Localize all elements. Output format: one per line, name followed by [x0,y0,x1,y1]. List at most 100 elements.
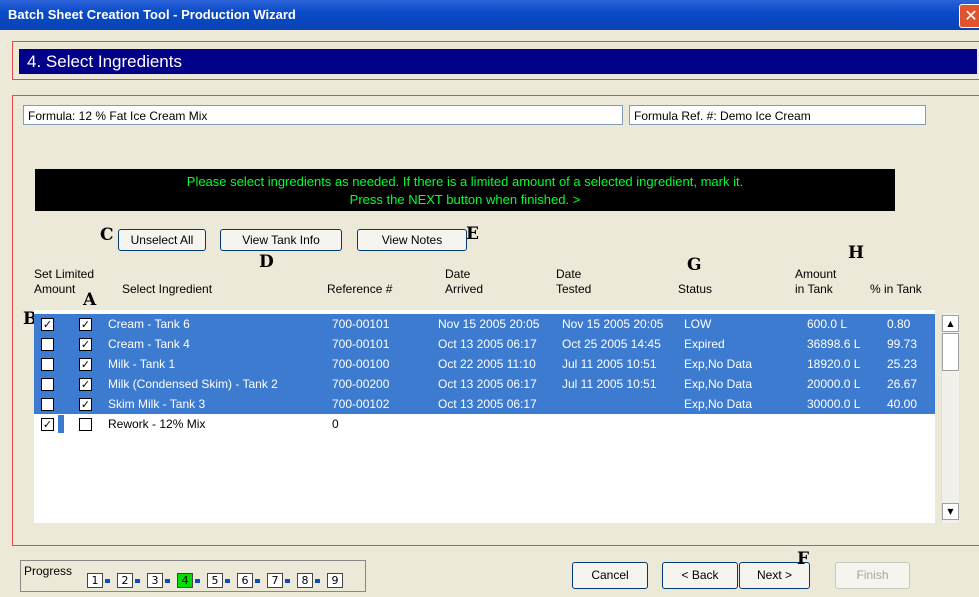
unselect-all-button[interactable]: Unselect All [118,229,206,251]
table-row[interactable]: Skim Milk - Tank 3 700-00102 Oct 13 2005 0… [34,394,935,414]
progress-step-1: 1 [87,573,103,588]
header-date-tested: Date Tested [556,267,592,296]
select-ingredient-checkbox[interactable]: ✓ [79,378,92,391]
status-cell: LOW [684,317,712,331]
select-ingredient-checkbox[interactable]: ✓ [79,338,92,351]
annotation-h: H [848,243,865,263]
formula-ref-field: Formula Ref. #: Demo Ice Cream [629,105,926,125]
amount-cell: 30000.0 L [807,397,861,411]
amount-cell: 20000.0 L [807,377,861,391]
reference-cell: 700-00101 [332,337,390,351]
amount-cell: 18920.0 L [807,357,861,371]
set-limited-checkbox[interactable] [41,378,54,391]
set-limited-checkbox[interactable]: ✓ [41,318,54,331]
pct-cell: 25.23 [887,357,918,371]
progress-step-7: 7 [267,573,283,588]
table-row[interactable]: Milk - Tank 1 700-00100 Oct 22 2005 11:10 J… [34,354,935,374]
ingredient-name: Cream - Tank 6 [108,317,190,331]
date-tested-cell: Oct 25 2005 14:45 [562,337,661,351]
header-amount: Amount in Tank [795,267,837,296]
close-button[interactable]: ✕ [959,4,979,28]
finish-button[interactable]: Finish [835,562,910,589]
title-bar: Batch Sheet Creation Tool - Production W… [0,0,979,30]
status-cell: Exp,No Data [684,397,753,411]
table-row[interactable]: Milk (Condensed Skim) - Tank 2 700-00200 O… [34,374,935,394]
limited-marker [58,315,64,333]
reference-cell: 700-00101 [332,317,390,331]
set-limited-checkbox[interactable]: ✓ [41,418,54,431]
date-arrived-cell: Oct 13 2005 06:17 [438,397,537,411]
cancel-button[interactable]: Cancel [572,562,648,589]
scroll-down-button[interactable]: ▼ [942,503,959,520]
table-row[interactable]: Rework - 12% Mix 0 [34,414,935,434]
set-limited-checkbox[interactable] [41,358,54,371]
ingredient-name: Milk - Tank 1 [108,357,176,371]
reference-cell: 700-00102 [332,397,390,411]
set-limited-checkbox[interactable] [41,338,54,351]
progress-step-6: 6 [237,573,253,588]
date-arrived-cell: Oct 22 2005 11:10 [438,357,536,371]
step-title: 4. Select Ingredients [19,49,977,74]
ingredient-name: Milk (Condensed Skim) - Tank 2 [108,377,278,391]
reference-cell: 700-00200 [332,377,390,391]
progress-connector [165,579,170,583]
progress-step-5: 5 [207,573,223,588]
annotation-d: D [259,252,274,272]
progress-label: Progress [24,564,73,578]
view-notes-button[interactable]: View Notes [357,229,467,251]
header-reference: Reference # [327,282,393,296]
progress-step-3: 3 [147,573,163,588]
annotation-f: F [797,549,810,569]
status-cell: Exp,No Data [684,377,753,391]
amount-cell: 36898.6 L [807,337,861,351]
header-status: Status [678,282,713,296]
table-row[interactable]: Cream - Tank 6 700-00101 Nov 15 2005 20:05… [34,314,935,334]
view-tank-info-button[interactable]: View Tank Info [220,229,342,251]
annotation-g: G [687,255,702,275]
annotation-e: E [466,224,479,244]
table-row[interactable]: Cream - Tank 4 700-00101 Oct 13 2005 06:17… [34,334,935,354]
progress-connector [105,579,110,583]
status-cell: Expired [684,337,725,351]
scroll-up-button[interactable]: ▲ [942,315,959,332]
progress-step-8: 8 [297,573,313,588]
progress-connector [225,579,230,583]
grid-scrollbar[interactable]: ▲ ▼ [941,313,959,523]
pct-cell: 0.80 [887,317,911,331]
progress-connector [195,579,200,583]
header-pct-in-tank: % in Tank [870,282,922,296]
header-select-ingredient: Select Ingredient [122,282,213,296]
select-ingredient-checkbox[interactable] [79,418,92,431]
instruction-line-1: Please select ingredients as needed. If … [186,174,744,189]
scroll-thumb[interactable] [942,333,959,371]
date-tested-cell: Jul 11 2005 10:51 [562,357,657,371]
progress-indicator: Progress 123456789 [20,560,366,592]
limited-marker [58,415,64,433]
progress-connector [315,579,320,583]
instruction-message: Please select ingredients as needed. If … [35,169,895,211]
header-set-limited: Set Limited Amount [34,267,95,296]
window-title: Batch Sheet Creation Tool - Production W… [8,7,296,22]
formula-name-field: Formula: 12 % Fat Ice Cream Mix [23,105,623,125]
amount-cell: 600.0 L [807,317,848,331]
select-ingredient-checkbox[interactable]: ✓ [79,358,92,371]
instruction-line-2: Press the NEXT button when finished. > [349,192,581,207]
back-button[interactable]: < Back [662,562,738,589]
progress-connector [135,579,140,583]
date-arrived-cell: Oct 13 2005 06:17 [438,377,537,391]
pct-cell: 40.00 [887,397,918,411]
pct-cell: 99.73 [887,337,918,351]
date-tested-cell: Jul 11 2005 10:51 [562,377,657,391]
date-arrived-cell: Nov 15 2005 20:05 [438,317,540,331]
date-tested-cell: Nov 15 2005 20:05 [562,317,664,331]
reference-cell: 0 [332,417,339,431]
progress-step-4: 4 [177,573,193,588]
status-cell: Exp,No Data [684,357,753,371]
select-ingredient-checkbox[interactable]: ✓ [79,398,92,411]
ingredient-name: Rework - 12% Mix [108,417,206,431]
progress-step-9: 9 [327,573,343,588]
reference-cell: 700-00100 [332,357,390,371]
progress-connector [255,579,260,583]
select-ingredient-checkbox[interactable]: ✓ [79,318,92,331]
set-limited-checkbox[interactable] [41,398,54,411]
